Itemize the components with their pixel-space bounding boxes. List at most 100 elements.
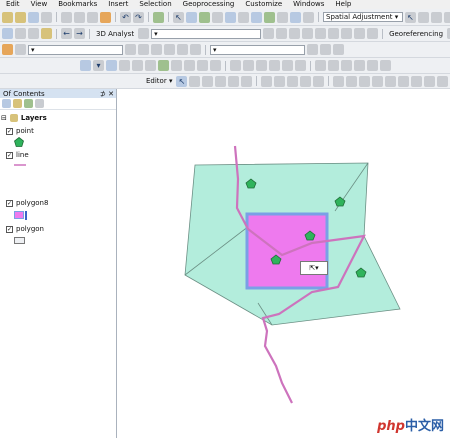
fit-display-icon[interactable] xyxy=(307,44,318,55)
analyst-tool-icon[interactable] xyxy=(138,28,150,39)
add-data-icon[interactable] xyxy=(153,11,164,23)
menu-customize[interactable]: Customize xyxy=(245,0,282,9)
list-by-visibility-icon[interactable] xyxy=(24,99,33,108)
georeferencing-menu[interactable]: Georeferencing xyxy=(387,30,445,38)
mini-toolbar-button[interactable]: ⇱▾ xyxy=(300,261,328,275)
intersect-icon[interactable] xyxy=(210,60,221,71)
select-by-attributes-icon[interactable] xyxy=(106,60,117,71)
fix-error-icon[interactable] xyxy=(256,60,267,71)
clear-selection-icon[interactable]: ▾ xyxy=(93,60,104,71)
editor-extra-3-icon[interactable] xyxy=(398,75,410,87)
line-tool-icon[interactable] xyxy=(164,44,175,55)
zoom-layer-icon[interactable] xyxy=(125,44,136,55)
forward-extent-icon[interactable]: → xyxy=(74,28,85,39)
error-inspector-icon[interactable] xyxy=(269,60,280,71)
spatial-adjustment-menu[interactable]: Spatial Adjustment ▾ xyxy=(323,12,403,22)
3d-view-icon[interactable] xyxy=(354,28,366,39)
end-point-arc-icon[interactable] xyxy=(215,75,227,87)
trace-icon[interactable] xyxy=(228,75,240,87)
menu-selection[interactable]: Selection xyxy=(139,0,171,9)
target-layer-dropdown[interactable]: ▾ xyxy=(28,44,123,55)
create-contour-icon[interactable] xyxy=(138,44,149,55)
contour-icon[interactable] xyxy=(263,28,275,39)
adjust-delete-icon[interactable] xyxy=(444,11,450,23)
list-by-source-icon[interactable] xyxy=(13,99,22,108)
select-features-icon[interactable] xyxy=(80,60,91,71)
reshape-icon[interactable] xyxy=(274,75,286,87)
select-all-icon[interactable] xyxy=(145,60,156,71)
arcscene-icon[interactable] xyxy=(367,28,379,39)
editor-extra-6-icon[interactable] xyxy=(437,75,449,87)
menu-edit[interactable]: Edit xyxy=(6,0,20,9)
toc-pin-close[interactable]: ⊅ ✕ xyxy=(100,90,114,98)
edit-tool-icon[interactable]: ↖ xyxy=(176,75,188,87)
layers-root[interactable]: ⊟ Layers xyxy=(1,113,47,123)
menu-insert[interactable]: Insert xyxy=(108,0,128,9)
open-icon[interactable] xyxy=(15,11,26,23)
adjust-link-icon[interactable] xyxy=(418,11,429,23)
topology-icon[interactable] xyxy=(230,60,241,71)
polygon-tool-icon[interactable] xyxy=(177,44,188,55)
copy-icon[interactable] xyxy=(74,11,85,23)
profile-graph-icon[interactable] xyxy=(289,28,301,39)
editor-extra-4-icon[interactable] xyxy=(411,75,423,87)
menu-view[interactable]: View xyxy=(31,0,48,9)
model-builder-icon[interactable] xyxy=(303,11,314,23)
cut-polygons-icon[interactable] xyxy=(287,75,299,87)
layer-point[interactable]: ✓ point xyxy=(6,126,34,136)
edit-vertices-icon[interactable] xyxy=(261,75,273,87)
delete-icon[interactable] xyxy=(100,11,111,23)
map-canvas[interactable] xyxy=(118,89,450,438)
layer-visibility-checkbox[interactable]: ✓ xyxy=(6,225,13,233)
cut-icon[interactable] xyxy=(61,11,72,23)
line-of-sight-icon[interactable] xyxy=(276,28,288,39)
python-icon[interactable] xyxy=(290,11,301,23)
zoom-selected-icon[interactable] xyxy=(119,60,130,71)
layout-view-icon[interactable] xyxy=(380,60,391,71)
union-icon[interactable] xyxy=(158,60,169,71)
layer-polygon[interactable]: ✓ polygon xyxy=(6,224,44,234)
menu-windows[interactable]: Windows xyxy=(293,0,324,9)
snapping-end-icon[interactable] xyxy=(328,60,339,71)
steepest-path-icon[interactable] xyxy=(302,28,314,39)
shift-icon[interactable] xyxy=(333,44,344,55)
adjust-select-icon[interactable]: ↖ xyxy=(405,11,416,23)
go-to-xy-icon[interactable] xyxy=(238,11,249,23)
layer-polygon8[interactable]: ✓ polygon8 xyxy=(6,198,48,208)
layer-dropdown[interactable]: ▾ xyxy=(151,28,262,39)
arctoolbox-icon[interactable] xyxy=(277,11,288,23)
analyst-3d-menu[interactable]: 3D Analyst xyxy=(94,30,136,38)
adjust-modify-icon[interactable] xyxy=(431,11,442,23)
layer-visibility-checkbox[interactable]: ✓ xyxy=(6,151,13,159)
merge-icon[interactable] xyxy=(171,60,182,71)
buffer-icon[interactable] xyxy=(197,60,208,71)
attributes-icon[interactable] xyxy=(333,75,345,87)
pan-icon[interactable] xyxy=(15,28,26,39)
interpolate-polygon-icon[interactable] xyxy=(341,28,353,39)
identify-icon[interactable] xyxy=(186,11,197,23)
redo-icon[interactable]: ↷ xyxy=(133,11,144,23)
select-arrow-icon[interactable]: ↖ xyxy=(173,11,184,23)
search-window-icon[interactable] xyxy=(264,11,275,23)
editor-extra-1-icon[interactable] xyxy=(372,75,384,87)
rotate-icon[interactable] xyxy=(320,44,331,55)
switch-selection-icon[interactable] xyxy=(132,60,143,71)
draw-icon[interactable] xyxy=(15,44,26,55)
selected-polygon8-feature[interactable] xyxy=(245,212,329,290)
list-by-drawing-order-icon[interactable] xyxy=(2,99,11,108)
undo-icon[interactable]: ↶ xyxy=(120,11,131,23)
measure-icon[interactable] xyxy=(212,11,223,23)
interpolate-line-icon[interactable] xyxy=(328,28,340,39)
layer-visibility-checkbox[interactable]: ✓ xyxy=(6,199,13,207)
print-icon[interactable] xyxy=(41,11,52,23)
point-editor-icon[interactable] xyxy=(241,75,253,87)
point-tool-icon[interactable] xyxy=(151,44,162,55)
layer-line[interactable]: ✓ line xyxy=(6,150,29,160)
new-icon[interactable] xyxy=(2,11,13,23)
clip-icon[interactable] xyxy=(184,60,195,71)
rectangle-tool-icon[interactable] xyxy=(190,44,201,55)
validate-icon[interactable] xyxy=(243,60,254,71)
find-icon[interactable] xyxy=(225,11,236,23)
sketch-properties-icon[interactable] xyxy=(346,75,358,87)
rotate-feature-icon[interactable] xyxy=(313,75,325,87)
